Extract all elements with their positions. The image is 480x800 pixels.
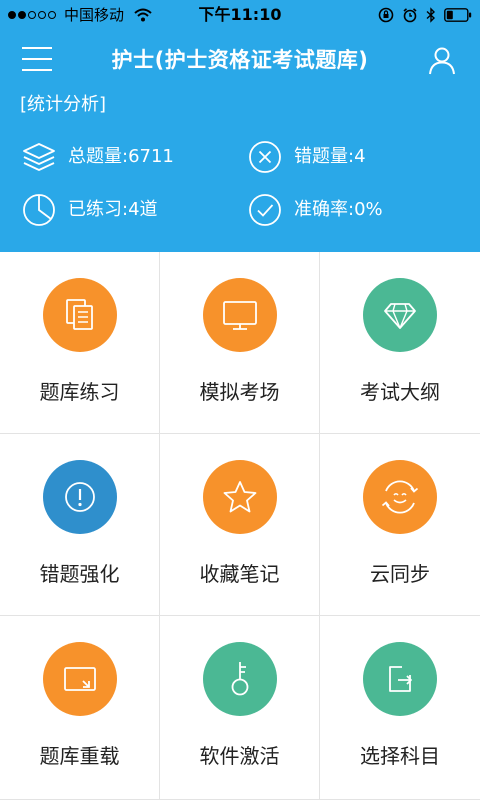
signal-dot <box>8 11 16 19</box>
signal-dot <box>48 11 56 19</box>
check-circle-icon <box>248 193 282 227</box>
menu-item-select-subject[interactable]: 选择科目 <box>320 616 480 800</box>
menu-item-label: 题库练习 <box>39 380 120 404</box>
status-left: 中国移动 <box>8 6 152 24</box>
layers-icon <box>22 140 56 174</box>
alert-icon <box>43 460 117 534</box>
key-icon <box>203 642 277 716</box>
signal-dot <box>38 11 46 19</box>
menu-item-question-bank[interactable]: 题库练习 <box>0 252 160 434</box>
signal-dot <box>18 11 26 19</box>
menu-item-label: 模拟考场 <box>199 380 280 404</box>
nav-bar: 护士(护士资格证考试题库) <box>0 30 480 90</box>
alarm-icon <box>403 8 417 23</box>
monitor-icon <box>203 278 277 352</box>
smile-icon <box>363 460 437 534</box>
reload-icon <box>43 642 117 716</box>
stat-wrong-text: 错题量:4 <box>294 146 366 167</box>
menu-item-label: 错题强化 <box>39 562 120 586</box>
page-title: 护士(护士资格证考试题库) <box>111 48 369 72</box>
app-screen: 中国移动 下午11:10 护士(护士资格证考试题库) [统计分析] 总题量:67… <box>0 0 480 800</box>
stat-wrong: 错题量:4 <box>248 140 366 174</box>
feature-grid: 题库练习 模拟考场 考试大纲 错题强化 收藏笔记 云同步 题库重载 软件激活 选… <box>0 252 480 800</box>
star-icon <box>203 460 277 534</box>
wifi-icon <box>134 8 152 22</box>
status-right <box>378 7 472 23</box>
stat-accuracy-text: 准确率:0% <box>294 199 383 220</box>
stat-total: 总题量:6711 <box>22 140 174 174</box>
menu-item-label: 云同步 <box>370 562 430 586</box>
header-panel: 护士(护士资格证考试题库) [统计分析] 总题量:6711 错题量:4 已练习:… <box>0 30 480 252</box>
export-icon <box>363 642 437 716</box>
menu-item-favorites[interactable]: 收藏笔记 <box>160 434 320 616</box>
menu-item-label: 考试大纲 <box>360 380 440 404</box>
pie-chart-icon <box>22 193 56 227</box>
status-bar: 中国移动 下午11:10 <box>0 0 480 30</box>
stat-done: 已练习:4道 <box>22 193 158 227</box>
menu-item-wrong-practice[interactable]: 错题强化 <box>0 434 160 616</box>
stat-done-text: 已练习:4道 <box>68 199 158 220</box>
status-time: 下午11:10 <box>198 5 282 24</box>
menu-item-syllabus[interactable]: 考试大纲 <box>320 252 480 434</box>
diamond-icon <box>363 278 437 352</box>
menu-item-label: 选择科目 <box>360 744 440 768</box>
stats-section-label: [统计分析] <box>20 94 107 115</box>
carrier-name: 中国移动 <box>64 6 125 24</box>
bluetooth-icon <box>426 7 436 23</box>
menu-item-mock-exam[interactable]: 模拟考场 <box>160 252 320 434</box>
stat-total-text: 总题量:6711 <box>68 146 174 167</box>
menu-item-cloud-sync[interactable]: 云同步 <box>320 434 480 616</box>
menu-item-activate[interactable]: 软件激活 <box>160 616 320 800</box>
menu-item-label: 题库重载 <box>39 744 120 768</box>
user-icon[interactable] <box>426 44 458 76</box>
menu-item-label: 收藏笔记 <box>199 562 280 586</box>
copy-icon <box>43 278 117 352</box>
signal-dot <box>28 11 36 19</box>
close-circle-icon <box>248 140 282 174</box>
battery-icon <box>444 8 472 22</box>
orientation-lock-icon <box>378 7 394 23</box>
menu-item-label: 软件激活 <box>199 744 280 768</box>
stat-accuracy: 准确率:0% <box>248 193 383 227</box>
menu-item-reload-bank[interactable]: 题库重载 <box>0 616 160 800</box>
